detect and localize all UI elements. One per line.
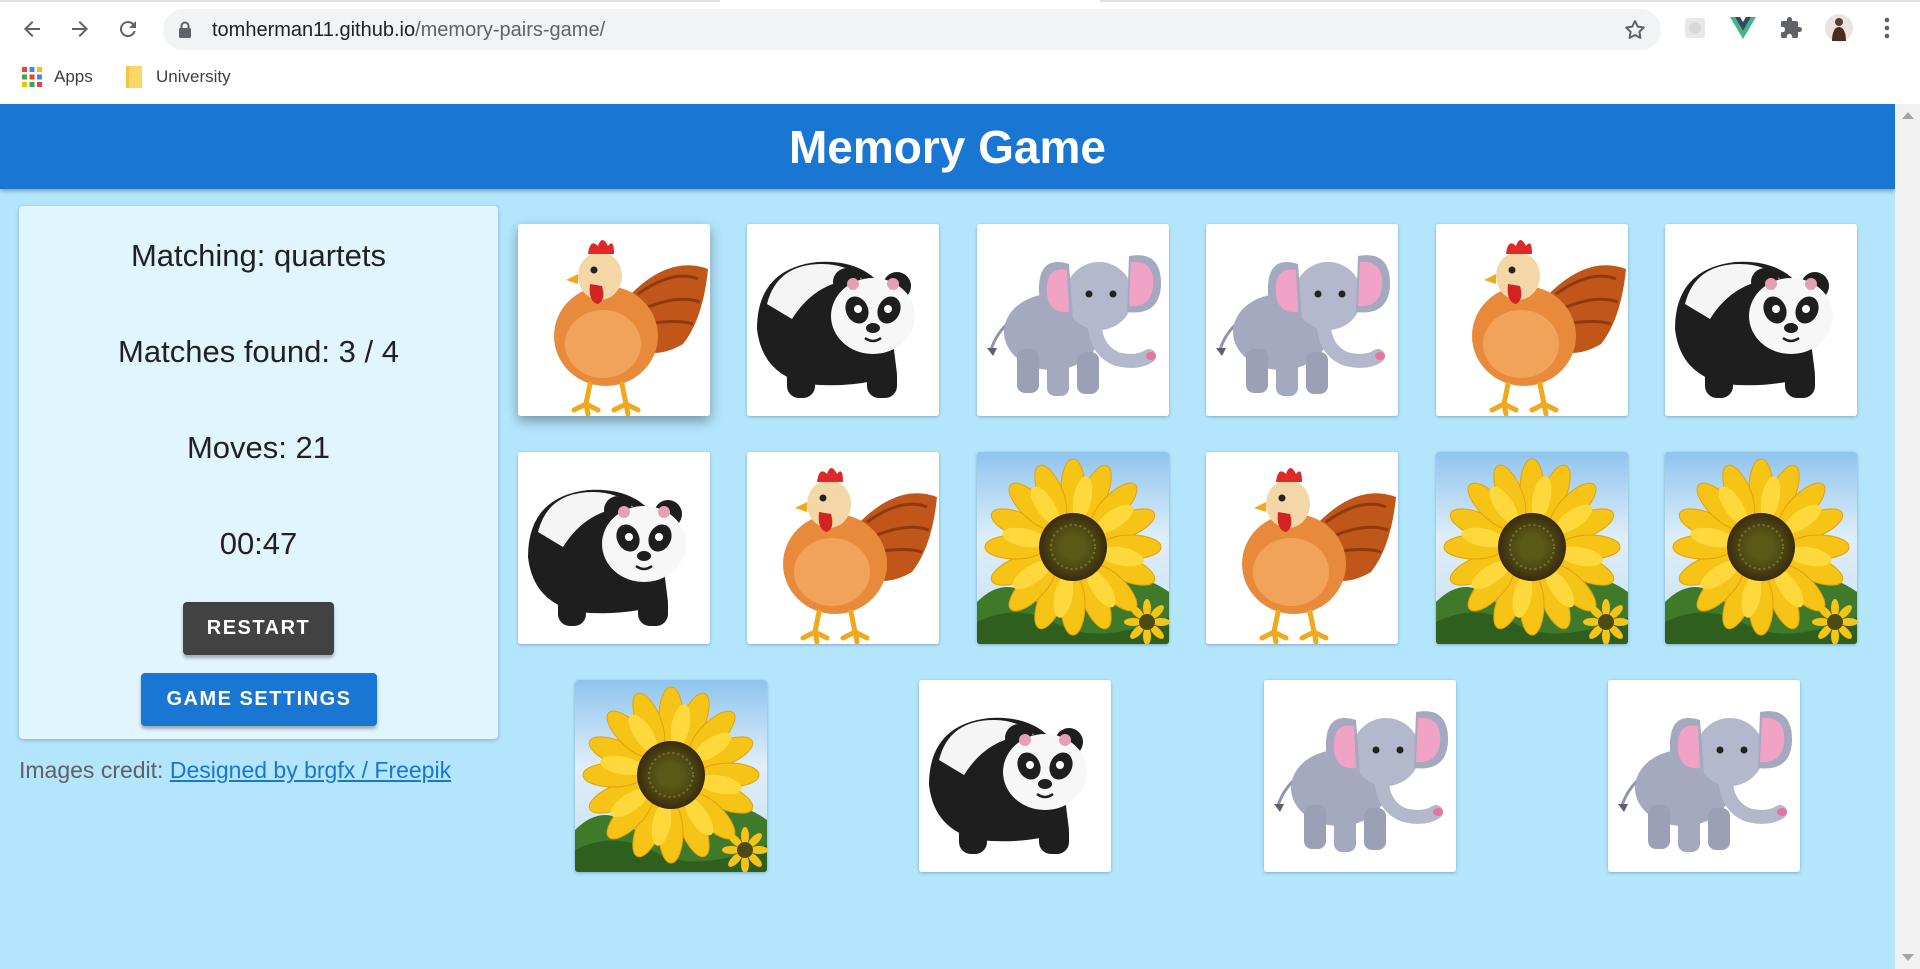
- rooster-image: [1436, 224, 1628, 416]
- profile-button[interactable]: [1825, 14, 1853, 42]
- restart-button[interactable]: RESTART: [183, 602, 334, 655]
- card-sunflower[interactable]: [1436, 452, 1628, 644]
- scroll-down-arrow-icon[interactable]: [1902, 954, 1914, 961]
- bookmark-star-icon[interactable]: [1623, 18, 1647, 42]
- elephant-image: [1206, 224, 1398, 416]
- card-rooster[interactable]: [1436, 224, 1628, 416]
- extensions-button[interactable]: [1777, 14, 1805, 42]
- card-sunflower[interactable]: [977, 452, 1169, 644]
- extension-faded-icon: [1685, 18, 1705, 38]
- card-elephant[interactable]: [1206, 224, 1398, 416]
- credit-prefix: Images credit:: [19, 757, 170, 783]
- panda-image: [747, 224, 939, 416]
- page-title: Memory Game: [788, 120, 1106, 173]
- images-credit: Images credit: Designed by brgfx / Freep…: [19, 757, 451, 784]
- sunflower-image: [977, 452, 1169, 644]
- scroll-up-arrow-icon[interactable]: [1902, 112, 1914, 119]
- url-path: /memory-pairs-game/: [415, 19, 606, 41]
- sunflower-image: [575, 680, 767, 872]
- bookmark-label: University: [156, 67, 231, 86]
- browser-chrome: tomherman11.github.io/memory-pairs-game/…: [0, 0, 1920, 104]
- rooster-image: [1206, 452, 1398, 644]
- address-bar[interactable]: tomherman11.github.io/memory-pairs-game/: [163, 9, 1661, 50]
- game-info-panel: Matching: quartets Matches found: 3 / 4 …: [19, 206, 498, 739]
- vertical-scrollbar[interactable]: [1895, 104, 1920, 969]
- avatar: [1825, 14, 1853, 42]
- url-host: tomherman11.github.io: [212, 19, 416, 41]
- app-bar: Memory Game: [0, 104, 1895, 189]
- panda-image: [919, 680, 1111, 872]
- rooster-image: [747, 452, 939, 644]
- tab-strip-edge: [0, 0, 720, 2]
- bookmarks-bar: Apps University: [0, 60, 1920, 94]
- game-settings-button[interactable]: GAME SETTINGS: [141, 673, 377, 726]
- card-elephant[interactable]: [1608, 680, 1800, 872]
- sunflower-image: [1665, 452, 1857, 644]
- card-rooster[interactable]: [1206, 452, 1398, 644]
- card-elephant[interactable]: [977, 224, 1169, 416]
- reload-icon: [119, 21, 136, 38]
- bookmark-label: Apps: [54, 67, 93, 86]
- panda-image: [1665, 224, 1857, 416]
- bookmark-university[interactable]: University: [124, 60, 231, 94]
- card-sunflower[interactable]: [1665, 452, 1857, 644]
- credit-link[interactable]: Designed by brgfx / Freepik: [170, 757, 451, 783]
- card-panda[interactable]: [1665, 224, 1857, 416]
- card-rooster[interactable]: [747, 452, 939, 644]
- back-button[interactable]: [14, 11, 50, 47]
- extension-button[interactable]: [1681, 14, 1709, 42]
- more-vert-icon: [1884, 17, 1890, 39]
- browser-menu-button[interactable]: [1873, 14, 1901, 42]
- card-panda[interactable]: [919, 680, 1111, 872]
- elephant-image: [1264, 680, 1456, 872]
- url-text: tomherman11.github.io/memory-pairs-game/: [212, 19, 605, 42]
- rooster-image: [518, 224, 710, 416]
- back-arrow-icon: [24, 21, 40, 37]
- puzzle-icon: [1781, 17, 1802, 38]
- apps-grid-icon: [22, 67, 42, 87]
- vue-devtools-button[interactable]: [1729, 14, 1757, 42]
- bookmark-apps[interactable]: Apps: [22, 60, 93, 94]
- elephant-image: [1608, 680, 1800, 872]
- card-rooster[interactable]: [518, 224, 710, 416]
- forward-arrow-icon: [72, 21, 88, 37]
- card-elephant[interactable]: [1264, 680, 1456, 872]
- reload-button[interactable]: [110, 11, 146, 47]
- vue-logo-icon: [1730, 17, 1756, 39]
- card-sunflower[interactable]: [575, 680, 767, 872]
- lock-icon: [179, 21, 191, 38]
- timer: 00:47: [219, 526, 298, 561]
- moves-count: Moves: 21: [186, 430, 330, 465]
- matching-mode: Matching: quartets: [130, 238, 387, 273]
- tab-strip-edge: [1100, 0, 1920, 2]
- sunflower-image: [1436, 452, 1628, 644]
- forward-button[interactable]: [62, 11, 98, 47]
- card-panda[interactable]: [747, 224, 939, 416]
- elephant-image: [977, 224, 1169, 416]
- matches-found: Matches found: 3 / 4: [118, 334, 399, 369]
- panda-image: [518, 452, 710, 644]
- folder-icon: [126, 66, 142, 88]
- card-panda[interactable]: [518, 452, 710, 644]
